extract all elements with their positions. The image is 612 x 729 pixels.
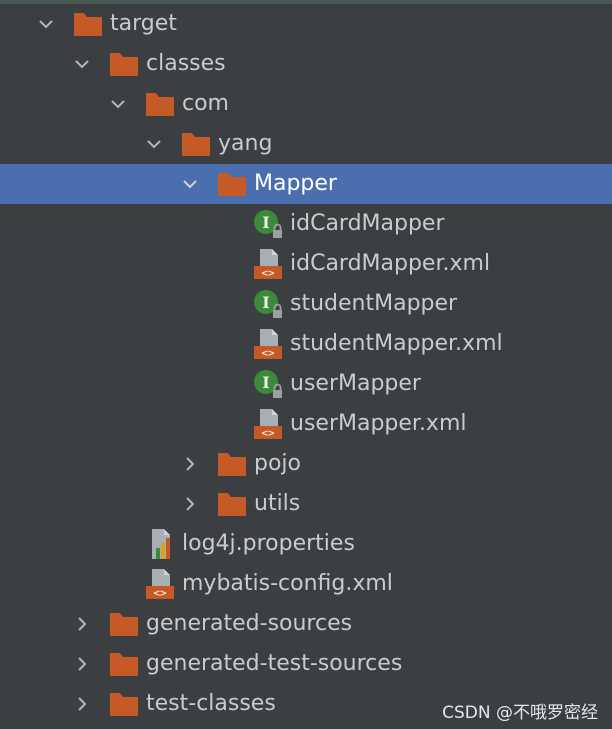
- folder-icon: [108, 48, 140, 80]
- tree-item-studentmapper-xml[interactable]: <> studentMapper.xml: [0, 324, 612, 364]
- chevron-down-icon[interactable]: [102, 84, 134, 124]
- tree-item-label: pojo: [254, 451, 301, 476]
- svg-text:<>: <>: [261, 347, 275, 360]
- tree-item-label: Mapper: [254, 171, 337, 196]
- properties-file-icon: [146, 528, 178, 560]
- tree-item-label: utils: [254, 491, 301, 516]
- tree-item-mapper[interactable]: Mapper: [0, 164, 612, 204]
- tree-item-mybatis-config-xml[interactable]: <> mybatis-config.xml: [0, 564, 612, 604]
- tree-item-label: classes: [146, 51, 226, 76]
- interface-icon: I: [252, 368, 284, 400]
- svg-text:I: I: [262, 373, 269, 392]
- tree-item-log4j-properties[interactable]: log4j.properties: [0, 524, 612, 564]
- chevron-down-icon[interactable]: [30, 4, 62, 44]
- folder-icon: [180, 128, 212, 160]
- tree-item-label: com: [182, 91, 229, 116]
- tree-item-target[interactable]: target: [0, 4, 612, 44]
- chevron-down-icon[interactable]: [138, 124, 170, 164]
- folder-icon: [144, 88, 176, 120]
- svg-text:<>: <>: [153, 587, 167, 600]
- interface-icon: I: [252, 288, 284, 320]
- chevron-down-icon[interactable]: [174, 164, 206, 204]
- folder-icon: [108, 608, 140, 640]
- tree-item-yang[interactable]: yang: [0, 124, 612, 164]
- tree-item-label: generated-test-sources: [146, 651, 403, 676]
- project-tree[interactable]: target classes com yang Mapper I idCardM…: [0, 4, 612, 724]
- chevron-right-icon[interactable]: [66, 684, 98, 724]
- chevron-right-icon[interactable]: [66, 644, 98, 684]
- tree-item-label: target: [110, 11, 177, 36]
- svg-text:I: I: [262, 213, 269, 232]
- xml-file-icon: <>: [252, 248, 284, 280]
- folder-icon: [216, 448, 248, 480]
- tree-item-label: test-classes: [146, 691, 276, 716]
- tree-item-usermapper[interactable]: I userMapper: [0, 364, 612, 404]
- tree-item-utils[interactable]: utils: [0, 484, 612, 524]
- tree-item-classes[interactable]: classes: [0, 44, 612, 84]
- folder-icon: [216, 168, 248, 200]
- tree-item-label: idCardMapper.xml: [290, 251, 491, 276]
- svg-text:<>: <>: [261, 427, 275, 440]
- tree-item-pojo[interactable]: pojo: [0, 444, 612, 484]
- chevron-right-icon[interactable]: [174, 444, 206, 484]
- folder-icon: [108, 688, 140, 720]
- tree-item-label: idCardMapper: [290, 211, 445, 236]
- tree-item-label: studentMapper.xml: [290, 331, 503, 356]
- chevron-right-icon[interactable]: [66, 604, 98, 644]
- tree-item-com[interactable]: com: [0, 84, 612, 124]
- tree-item-usermapper-xml[interactable]: <> userMapper.xml: [0, 404, 612, 444]
- tree-item-label: mybatis-config.xml: [182, 571, 393, 596]
- tree-item-label: generated-sources: [146, 611, 353, 636]
- tree-item-label: userMapper: [290, 371, 421, 396]
- xml-file-icon: <>: [252, 408, 284, 440]
- xml-file-icon: <>: [144, 568, 176, 600]
- tree-item-label: studentMapper: [290, 291, 458, 316]
- tree-item-label: userMapper.xml: [290, 411, 467, 436]
- folder-icon: [108, 648, 140, 680]
- watermark: CSDN @不哦罗密经: [442, 703, 598, 723]
- svg-text:<>: <>: [261, 267, 275, 280]
- folder-icon: [216, 488, 248, 520]
- tree-item-idcardmapper[interactable]: I idCardMapper: [0, 204, 612, 244]
- interface-icon: I: [252, 208, 284, 240]
- tree-item-label: yang: [218, 131, 273, 156]
- svg-text:I: I: [262, 293, 269, 312]
- tree-item-generated-sources[interactable]: generated-sources: [0, 604, 612, 644]
- tree-item-idcardmapper-xml[interactable]: <> idCardMapper.xml: [0, 244, 612, 284]
- chevron-right-icon[interactable]: [174, 484, 206, 524]
- xml-file-icon: <>: [252, 328, 284, 360]
- tree-item-label: log4j.properties: [182, 531, 355, 556]
- tree-item-studentmapper[interactable]: I studentMapper: [0, 284, 612, 324]
- chevron-down-icon[interactable]: [66, 44, 98, 84]
- folder-icon: [72, 8, 104, 40]
- tree-item-generated-test-sources[interactable]: generated-test-sources: [0, 644, 612, 684]
